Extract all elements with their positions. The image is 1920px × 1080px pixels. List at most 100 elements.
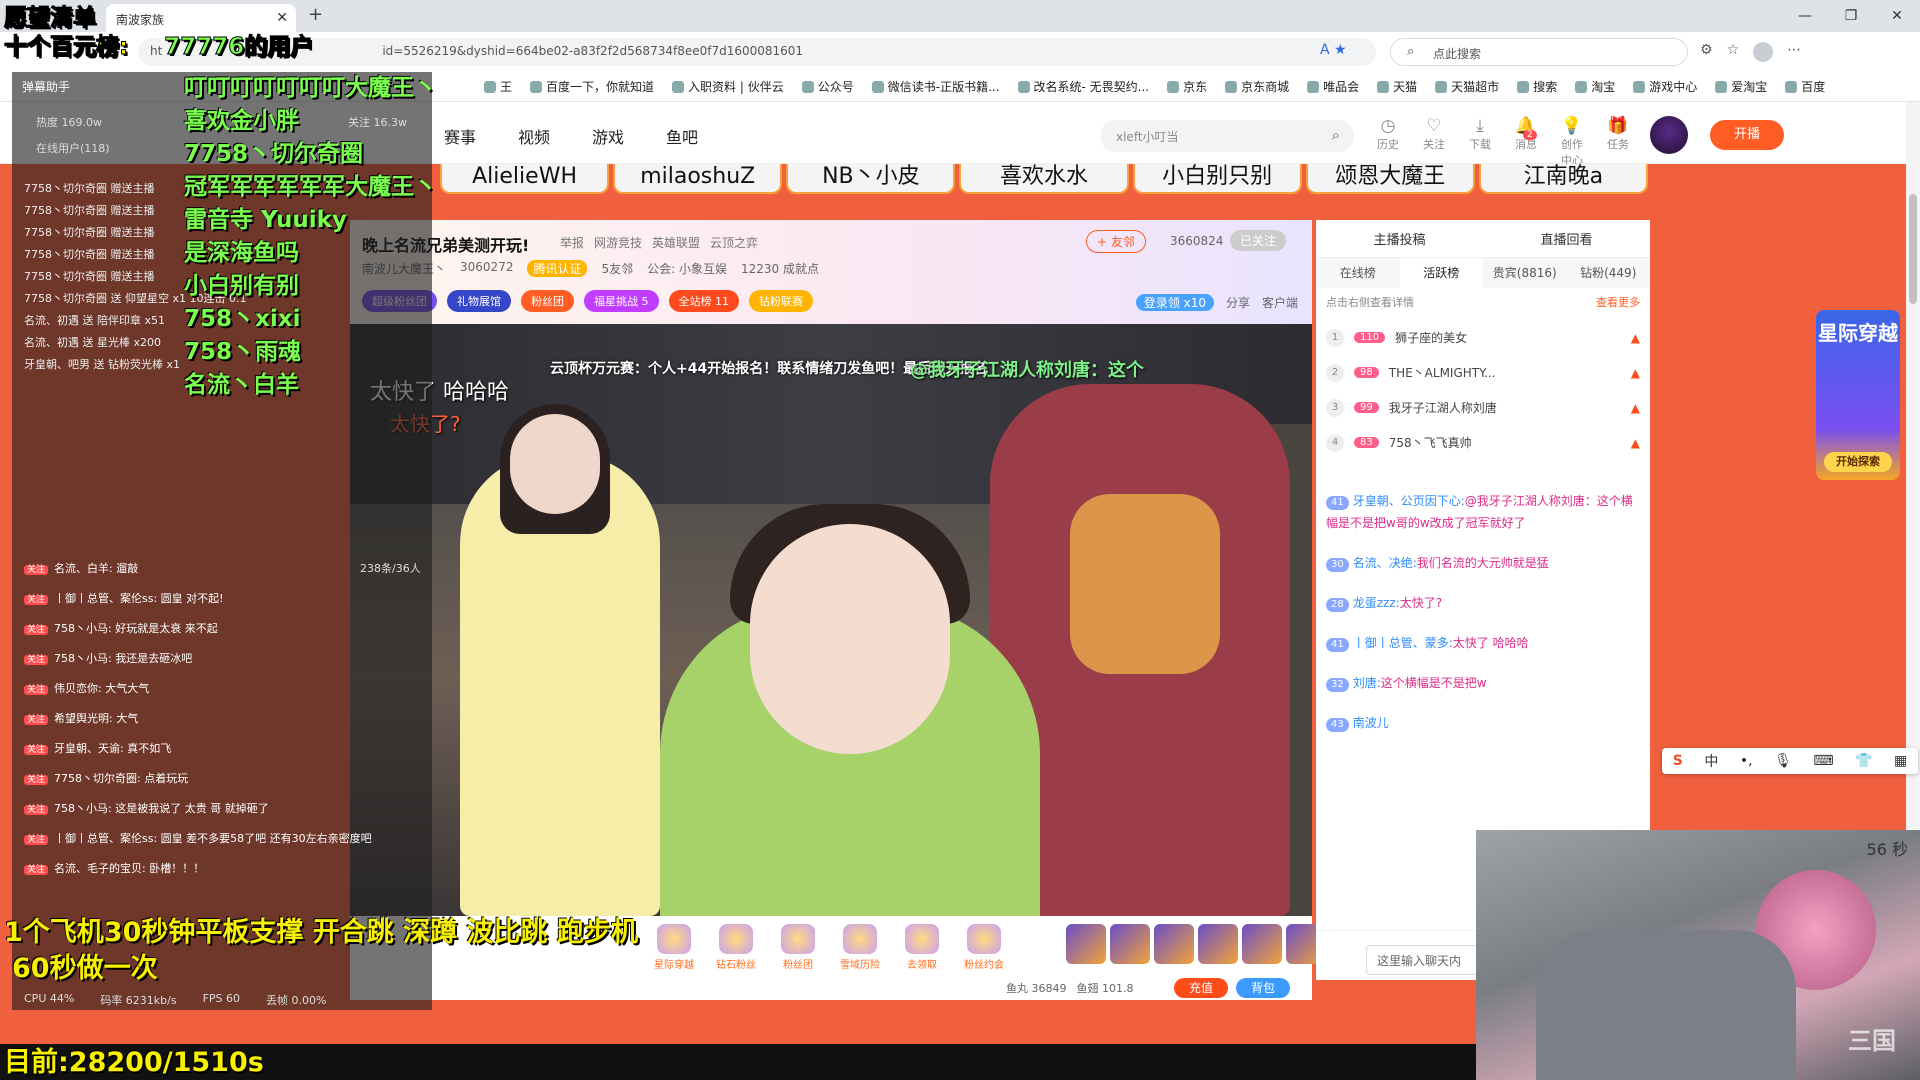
room-tag[interactable]: 云顶之弈	[710, 234, 758, 251]
bookmark-item[interactable]: 天猫	[1377, 78, 1417, 95]
chat-user[interactable]: 南波儿	[1353, 716, 1389, 730]
gift-item[interactable]: 去领取	[894, 924, 950, 971]
rank-tab[interactable]: 活跃榜	[1399, 258, 1483, 288]
gift-icon	[719, 924, 753, 954]
more-icon[interactable]: ⋯	[1787, 42, 1801, 62]
header-icon-0[interactable]: ◷ 历史	[1374, 116, 1402, 168]
chat-user[interactable]: 丨御丨总管、蒙多:	[1353, 636, 1453, 650]
share-button[interactable]: 分享	[1226, 294, 1250, 311]
rank-row[interactable]: 1 110 狮子座的美女 ▲	[1326, 320, 1640, 355]
room-badge[interactable]: 全站榜 11	[668, 290, 739, 312]
collections-icon[interactable]: ☆	[1727, 42, 1740, 62]
ime-logo-icon[interactable]: S	[1673, 753, 1683, 769]
replay-tab[interactable]: 直播回看	[1540, 229, 1592, 248]
chat-user[interactable]: 刘唐:	[1353, 676, 1381, 690]
follow-button[interactable]: 已关注	[1230, 230, 1287, 251]
bookmark-item[interactable]: 百度	[1785, 78, 1825, 95]
nav-item-events[interactable]: 赛事	[444, 124, 476, 148]
promo-start-button[interactable]: 开始探索	[1824, 452, 1892, 472]
bookmark-item[interactable]: 搜索	[1517, 78, 1557, 95]
favorite-star-icon[interactable]: A ★	[1320, 42, 1347, 58]
guild-name[interactable]: 公会: 小象互娱	[647, 260, 727, 277]
gift-icon[interactable]	[1242, 924, 1282, 964]
site-search-input[interactable]: xleft小叮当 ⌕	[1100, 120, 1354, 152]
gift-icon: 🎁	[1607, 116, 1629, 136]
chat-user[interactable]: 龙蛋zzz:	[1353, 596, 1400, 610]
ime-grid-icon[interactable]: ▦	[1894, 753, 1907, 769]
ime-lang-icon[interactable]: 中	[1704, 751, 1718, 771]
restore-icon[interactable]: ❐	[1828, 0, 1874, 32]
room-tag[interactable]: 举报	[560, 234, 584, 251]
header-icon-3[interactable]: 🔔 2 消息	[1512, 116, 1540, 168]
extension-icon[interactable]: ⚙	[1700, 42, 1713, 62]
rank-tab[interactable]: 钻粉(449)	[1567, 258, 1651, 288]
rank-row[interactable]: 4 83 758丶飞飞真帅 ▲	[1326, 425, 1640, 460]
bookmark-item[interactable]: 公众号	[801, 78, 854, 95]
room-badge[interactable]: 粉丝团	[521, 290, 574, 312]
room-tag[interactable]: 英雄联盟	[652, 234, 700, 251]
gift-icon[interactable]	[1198, 924, 1238, 964]
ime-punct-icon[interactable]: •,	[1740, 753, 1753, 769]
scrollbar-thumb[interactable]	[1909, 194, 1917, 304]
bookmark-item[interactable]: 百度一下，你就知道	[530, 78, 654, 95]
room-badge[interactable]: 礼物展馆	[447, 290, 511, 312]
bookmark-item[interactable]: 京东	[1167, 78, 1207, 95]
client-button[interactable]: 客户端	[1262, 294, 1298, 311]
bookmark-item[interactable]: 淘宝	[1575, 78, 1615, 95]
login-gift[interactable]: 登录领 x10	[1135, 294, 1214, 311]
browser-search-box[interactable]: ⌕ 点此搜索	[1390, 38, 1688, 66]
close-window-icon[interactable]: ✕	[1874, 0, 1920, 32]
bookmark-item[interactable]: 入职资料 | 伙伴云	[672, 78, 784, 95]
search-icon[interactable]: ⌕	[1332, 126, 1340, 144]
gift-item[interactable]: 粉丝团	[770, 924, 826, 971]
view-more-link[interactable]: 查看更多	[1596, 294, 1640, 310]
bookmark-item[interactable]: 王	[484, 78, 512, 95]
rank-row[interactable]: 2 98 THE丶ALMIGHTY... ▲	[1326, 355, 1640, 390]
gift-item[interactable]: 钻石粉丝	[708, 924, 764, 971]
rank-row[interactable]: 3 99 我牙子江湖人称刘唐 ▲	[1326, 390, 1640, 425]
header-icon-1[interactable]: ♡ 关注	[1420, 116, 1448, 168]
profile-avatar[interactable]	[1753, 42, 1774, 62]
ime-keyboard-icon[interactable]: ⌨	[1813, 753, 1833, 769]
bookmark-item[interactable]: 爱淘宝	[1715, 78, 1767, 95]
header-icon-2[interactable]: ⤓ 下载	[1466, 116, 1494, 168]
bookmark-item[interactable]: 天猫超市	[1435, 78, 1499, 95]
gift-item[interactable]: 粉丝约会	[956, 924, 1012, 971]
gift-icon[interactable]	[1154, 924, 1194, 964]
bag-button[interactable]: 背包	[1236, 978, 1290, 998]
gift-item[interactable]: 星际穿越	[646, 924, 702, 971]
room-tag[interactable]: 网游竞技	[594, 234, 642, 251]
start-stream-button[interactable]: 开播	[1710, 120, 1784, 150]
recharge-button[interactable]: 充值	[1174, 978, 1228, 998]
nav-item-video[interactable]: 视频	[518, 124, 550, 148]
rank-tab[interactable]: 贵宾(8816)	[1483, 258, 1567, 288]
room-badge[interactable]: 福星挑战 5	[584, 290, 659, 312]
rank-tab[interactable]: 在线榜	[1316, 258, 1400, 288]
video-player[interactable]: 云顶杯万元赛：个人+44开始报名！联系情绪刀发鱼吧！最后俩天报名 @我牙子江湖人…	[350, 324, 1312, 916]
gift-icon[interactable]	[1066, 924, 1106, 964]
user-avatar[interactable]	[1650, 116, 1688, 154]
bookmark-item[interactable]: 改名系统- 无畏契约...	[1017, 78, 1149, 95]
ime-mic-icon[interactable]: 🎙	[1774, 753, 1792, 769]
gift-icon[interactable]	[1110, 924, 1150, 964]
header-icon-5[interactable]: 🎁 任务	[1604, 116, 1632, 168]
bookmark-label: 微信读书-正版书籍...	[887, 80, 1000, 94]
promo-widget[interactable]: 星际穿越 开始探索	[1816, 310, 1900, 480]
ime-skin-icon[interactable]: 👕	[1855, 753, 1872, 769]
chat-user[interactable]: 牙皇朝、公页因下心:	[1353, 494, 1465, 508]
minimize-icon[interactable]: —	[1782, 0, 1828, 32]
bookmark-item[interactable]: 京东商城	[1225, 78, 1289, 95]
nav-item-fishbar[interactable]: 鱼吧	[666, 124, 698, 148]
address-bar[interactable]: ht id=5526219&dyshid=664be02-a83f2f2d5687…	[138, 38, 1376, 66]
nav-item-games[interactable]: 游戏	[592, 124, 624, 148]
overlay-gift-line: 名流、初遇 送 陪伴印章 x51	[24, 314, 165, 327]
bookmark-item[interactable]: 微信读书-正版书籍...	[871, 78, 1000, 95]
friend-button[interactable]: + 友邻	[1086, 230, 1146, 253]
bookmark-item[interactable]: 唯品会	[1307, 78, 1359, 95]
header-icon-4[interactable]: 💡 创作中心	[1558, 116, 1586, 168]
chat-user[interactable]: 名流、决绝:	[1353, 556, 1417, 570]
bookmark-item[interactable]: 游戏中心	[1633, 78, 1697, 95]
room-badge[interactable]: 钻粉联赛	[749, 290, 813, 312]
gift-item[interactable]: 雪域历险	[832, 924, 888, 971]
streamer-posts-tab[interactable]: 主播投稿	[1373, 229, 1425, 248]
